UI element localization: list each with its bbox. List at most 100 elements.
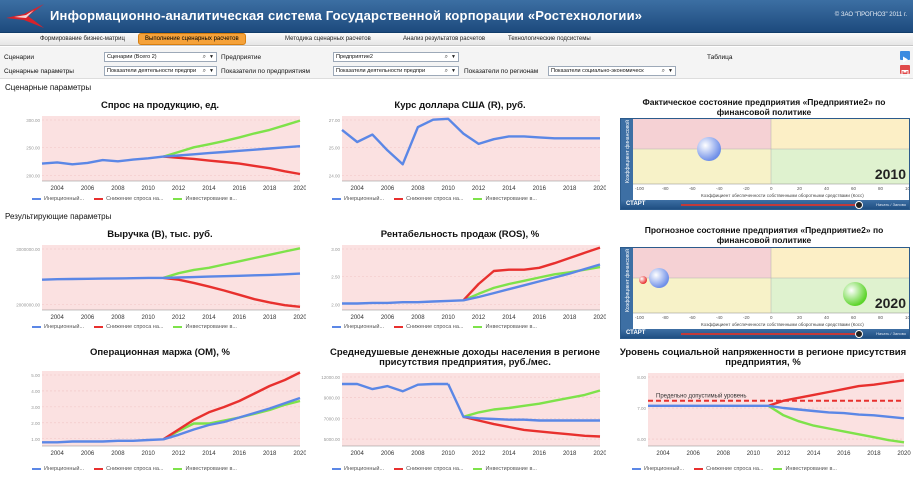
x-tick-label: 2008 <box>111 186 125 192</box>
x-tick-label: 2018 <box>563 315 577 321</box>
region-params-select[interactable]: Показатели социально-экономическ ⌕ ▼ <box>548 66 676 76</box>
tab-methodology[interactable]: Методика сценарных расчетов <box>285 34 371 45</box>
tab-scenario-calculations[interactable]: Выполнение сценарных расчетов <box>138 33 246 45</box>
tab-tech-subsystems[interactable]: Технологические подсистемы <box>508 34 591 45</box>
enterprise-select-value: Предприятие2 <box>336 54 373 60</box>
legend-swatch <box>173 198 183 200</box>
bubble-panel-actual: Коэффициент финансовой -100 -80 -60 -40 -20 0 2… <box>620 118 910 210</box>
chevron-down-icon[interactable]: ▼ <box>209 67 214 75</box>
y-tick-label: 300.00 <box>26 118 40 123</box>
x-tick-label: 2006 <box>81 315 95 321</box>
tab-business-matrices[interactable]: Формирование бизнес-матриц <box>40 34 125 45</box>
scenarios-select[interactable]: Сценарии (Всего 2) ⌕ ▼ <box>104 52 217 62</box>
x-tick-label: 2008 <box>411 315 425 321</box>
start-button[interactable]: СТАРТ <box>626 201 645 207</box>
timeline-slider-track[interactable] <box>681 333 856 335</box>
chevron-down-icon[interactable]: ▼ <box>668 67 673 75</box>
copyright-text: © ЗАО "ПРОГНОЗ" 2011 г. <box>834 12 907 18</box>
x-tick-label: -20 <box>743 186 750 191</box>
x-tick-label: 2012 <box>472 186 486 192</box>
bubble-matrix: Коэффициент финансовой -100 -80 -60 -40 -20 0 2… <box>621 248 909 330</box>
x-tick-label: 80 <box>878 186 884 191</box>
x-tick-label: 0 <box>770 186 773 191</box>
legend-item-inertial: Инерционный... <box>332 196 384 202</box>
chart-tension: 8.00 7.00 6.00 2004 2006 2008 2010 2012 2014 2016… <box>637 373 911 457</box>
tab-results-analysis[interactable]: Анализ результатов расчетов <box>403 34 485 45</box>
legend-item-invest: Инвестирование в... <box>173 466 237 472</box>
start-button[interactable]: СТАРТ <box>626 330 645 336</box>
search-icon[interactable]: ⌕ <box>203 53 206 61</box>
timeline-slider-handle[interactable] <box>855 330 863 338</box>
x-tick-label: 2014 <box>202 315 216 321</box>
legend-swatch <box>632 468 641 470</box>
legend-label: Снижение спроса на... <box>106 196 164 202</box>
y-tick-label: 250.00 <box>26 146 40 151</box>
timeline-slider-track[interactable] <box>681 204 856 206</box>
y-tick-label: 5000.00 <box>324 437 341 442</box>
x-tick-label: 2014 <box>502 186 516 192</box>
enterprise-params-select[interactable]: Показатели деятельности предпри ⌕ ▼ <box>333 66 459 76</box>
y-tick-label: 7000.00 <box>324 416 341 421</box>
chevron-down-icon[interactable]: ▼ <box>209 53 214 61</box>
legend-swatch <box>32 198 41 200</box>
legend-item-decline: Снижение спроса на... <box>94 466 163 472</box>
enterprise-label: Предприятие <box>221 54 262 61</box>
legend-item-invest: Инвестирование в... <box>173 196 237 202</box>
y-tick-label: 1.00 <box>31 437 40 442</box>
y-tick-label: 2000000.00 <box>16 302 40 307</box>
y-tick-label: 8.00 <box>637 375 646 380</box>
x-tick-label: 100 <box>905 315 909 320</box>
playback-controls[interactable]: Начать / Заново <box>876 202 906 207</box>
x-tick-label: 2012 <box>172 451 186 457</box>
enterprise-params-select-value: Показатели деятельности предпри <box>336 68 426 74</box>
save-button[interactable] <box>900 65 910 77</box>
x-tick-label: 2014 <box>202 451 216 457</box>
x-tick-label: 2020 <box>593 451 606 457</box>
search-icon[interactable]: ⌕ <box>662 67 665 75</box>
chevron-down-icon[interactable]: ▼ <box>451 53 456 61</box>
timeline-slider-handle[interactable] <box>855 201 863 209</box>
search-icon[interactable]: ⌕ <box>445 67 448 75</box>
x-tick-label: 80 <box>878 315 884 320</box>
x-tick-label: 2012 <box>777 451 791 457</box>
search-icon[interactable]: ⌕ <box>445 53 448 61</box>
legend-item-inertial: Инерционный... <box>32 466 84 472</box>
play-button[interactable] <box>900 51 910 63</box>
x-tick-label: 2004 <box>656 451 670 457</box>
x-tick-label: 2010 <box>142 186 156 192</box>
legend-label: Инерционный... <box>44 324 85 330</box>
legend-item-decline: Снижение спроса на... <box>94 196 163 202</box>
x-tick-label: 2004 <box>50 451 64 457</box>
play-icon <box>903 56 908 63</box>
chart-title-tension: Уровень социальной напряженности в регио… <box>619 347 907 368</box>
legend-ros: Инерционный... Снижение спроса на... Инвес… <box>332 324 537 330</box>
enterprise-select[interactable]: Предприятие2 ⌕ ▼ <box>333 52 459 62</box>
legend-label: Снижение спроса на... <box>106 324 164 330</box>
x-tick-label: 2016 <box>533 315 547 321</box>
legend-label: Снижение спроса на... <box>106 466 164 472</box>
bubble-inertial <box>649 268 669 288</box>
scenario-params-select[interactable]: Показатели деятельности предпри ⌕ ▼ <box>104 66 217 76</box>
chart-title-demand: Спрос на продукцию, ед. <box>100 100 220 111</box>
legend-label: Инвестирование в... <box>185 466 237 472</box>
legend-label: Инерционный... <box>344 324 385 330</box>
x-tick-label: 2004 <box>350 186 364 192</box>
legend-label: Инвестирование в... <box>485 196 537 202</box>
legend-label: Инерционный... <box>344 196 385 202</box>
year-label: 2010 <box>875 166 906 182</box>
x-tick-label: 2006 <box>686 451 700 457</box>
timeline-bar: СТАРТ Начать / Заново <box>621 200 909 209</box>
x-tick-label: -40 <box>716 186 723 191</box>
legend-swatch <box>94 198 104 200</box>
x-tick-label: 40 <box>824 315 830 320</box>
x-tick-label: 40 <box>824 186 830 191</box>
legend-usd: Инерционный... Снижение спроса на... Инвес… <box>332 196 537 202</box>
chevron-down-icon[interactable]: ▼ <box>451 67 456 75</box>
search-icon[interactable]: ⌕ <box>203 67 206 75</box>
y-tick-label: 5.00 <box>31 373 40 378</box>
x-axis-label: Коэффициент обеспеченности собственными … <box>701 193 864 198</box>
scenarios-select-value: Сценарии (Всего 2) <box>107 54 157 60</box>
panel-title-forecast: Прогнозное состояние предприятия «Предпр… <box>644 225 884 245</box>
legend-item-inertial: Инерционный... <box>332 466 384 472</box>
playback-controls[interactable]: Начать / Заново <box>876 331 906 336</box>
